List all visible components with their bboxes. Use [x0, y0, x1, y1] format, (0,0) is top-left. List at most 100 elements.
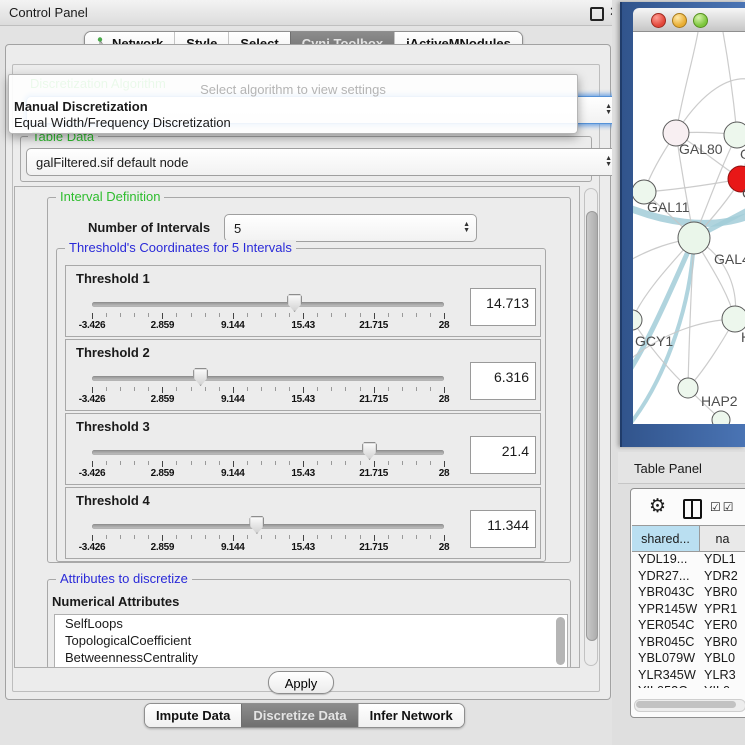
slider-tick	[303, 313, 304, 319]
table-horizontal-scrollbar[interactable]	[634, 699, 745, 712]
network-node-label: GAL80	[679, 141, 723, 157]
table-row[interactable]: YPR145WYPR1	[632, 602, 745, 619]
table-row[interactable]: YBL079WYBL0	[632, 651, 745, 668]
table-row[interactable]: YBR043CYBR0	[632, 585, 745, 602]
slider-tick	[92, 387, 93, 393]
network-node[interactable]	[712, 411, 730, 424]
table-data-combo[interactable]: galFiltered.sif default node ▲▼	[26, 148, 619, 176]
slider-track[interactable]	[92, 376, 444, 381]
slider-tick	[134, 461, 135, 465]
slider-tick	[374, 387, 375, 393]
threshold-row: Threshold 4 -3.4262.8599.14415.4321.7152…	[65, 487, 541, 559]
table-column-header[interactable]: shared...	[632, 525, 700, 552]
threshold-slider[interactable]: -3.4262.8599.14415.4321.71528	[92, 364, 444, 406]
slider-tick	[317, 461, 318, 465]
slider-thumb[interactable]	[193, 368, 208, 386]
threshold-value-field[interactable]: 14.713	[470, 288, 536, 326]
algorithm-option[interactable]: Equal Width/Frequency Discretization	[14, 115, 231, 130]
slider-tick	[134, 387, 135, 391]
attribute-list-item[interactable]: SelfLoops	[55, 615, 567, 632]
close-window-button[interactable]	[651, 13, 666, 28]
network-node[interactable]	[678, 222, 710, 254]
slider-tick	[430, 461, 431, 465]
interval-definition-label: Interval Definition	[56, 189, 164, 204]
table-column-header[interactable]: na	[700, 525, 745, 552]
scrollbar-thumb[interactable]	[636, 701, 736, 708]
threshold-slider[interactable]: -3.4262.8599.14415.4321.71528	[92, 438, 444, 480]
float-window-icon[interactable]	[590, 7, 604, 21]
select-checkboxes-icon[interactable]: ☑☑	[710, 500, 736, 514]
table-row[interactable]: YDL19...YDL1	[632, 552, 745, 569]
slider-tick	[233, 313, 234, 319]
slider-tick-label: 15.43	[291, 394, 315, 405]
slider-tick	[247, 535, 248, 539]
threshold-value-field[interactable]: 6.316	[470, 362, 536, 400]
threshold-label: Threshold 1	[76, 271, 150, 286]
slider-thumb[interactable]	[362, 442, 377, 460]
slider-tick-label: 2.859	[151, 468, 175, 479]
tab-impute-data[interactable]: Impute Data	[145, 704, 241, 727]
slider-thumb[interactable]	[287, 294, 302, 312]
slider-tick	[275, 461, 276, 465]
table-panel-title: Table Panel	[634, 461, 702, 476]
slider-thumb[interactable]	[249, 516, 264, 534]
gear-icon[interactable]: ⚙	[649, 495, 666, 518]
table-cell: YLR3	[700, 668, 745, 685]
slider-tick	[134, 313, 135, 317]
network-view-frame[interactable]: GAL80GCGAL11GAL4GCY1HHAP2	[620, 2, 745, 447]
tab-infer-network[interactable]: Infer Network	[358, 704, 464, 727]
attribute-list-item[interactable]: TopologicalCoefficient	[55, 632, 567, 649]
slider-tick	[92, 313, 93, 319]
table-cell: YBR0	[700, 585, 745, 602]
table-row[interactable]: YER054CYER0	[632, 618, 745, 635]
slider-tick-label: -3.426	[79, 468, 106, 479]
number-of-intervals-combo[interactable]: 5 ▲▼	[224, 214, 477, 242]
attribute-list-item[interactable]: BetweennessCentrality	[55, 649, 567, 666]
table-row[interactable]: YDR27...YDR2	[632, 569, 745, 586]
threshold-slider[interactable]: -3.4262.8599.14415.4321.71528	[92, 512, 444, 554]
slider-tick	[331, 387, 332, 391]
table-cell: YPR145W	[632, 602, 700, 619]
slider-track[interactable]	[92, 450, 444, 455]
table-cell: YBL079W	[632, 651, 700, 668]
slider-track[interactable]	[92, 302, 444, 307]
slider-tick	[120, 535, 121, 539]
settings-vertical-scrollbar[interactable]	[584, 188, 598, 666]
slider-tick	[148, 313, 149, 317]
table-panel-header: Table Panel	[618, 452, 745, 484]
threshold-value-field[interactable]: 11.344	[470, 510, 536, 548]
network-canvas[interactable]: GAL80GCGAL11GAL4GCY1HHAP2	[633, 32, 745, 424]
network-node[interactable]	[633, 310, 642, 330]
scrollbar-thumb[interactable]	[586, 211, 598, 641]
slider-tick-label: 15.43	[291, 542, 315, 553]
table-row[interactable]: YBR045CYBR0	[632, 635, 745, 652]
network-edge[interactable]	[644, 179, 741, 192]
minimize-window-button[interactable]	[672, 13, 687, 28]
slider-tick-label: 21.715	[359, 320, 388, 331]
slider-tick	[345, 535, 346, 539]
slider-tick	[148, 387, 149, 391]
attributes-group: Attributes to discretize Numerical Attri…	[47, 579, 571, 668]
threshold-slider[interactable]: -3.4262.8599.14415.4321.71528	[92, 290, 444, 332]
columns-icon[interactable]	[683, 499, 702, 519]
slider-tick	[416, 535, 417, 539]
numerical-attributes-list[interactable]: SelfLoopsTopologicalCoefficientBetweenne…	[54, 614, 568, 668]
network-node[interactable]	[678, 378, 698, 398]
table-row[interactable]: YLR345WYLR3	[632, 668, 745, 685]
zoom-window-button[interactable]	[693, 13, 708, 28]
algorithm-option[interactable]: Manual Discretization	[14, 99, 148, 114]
list-scrollbar-thumb[interactable]	[556, 617, 565, 665]
table-row[interactable]: YIL052CYIL0	[632, 684, 745, 688]
apply-button[interactable]: Apply	[268, 671, 334, 694]
slider-tick	[106, 313, 107, 317]
network-window-titlebar[interactable]	[633, 8, 745, 32]
slider-track[interactable]	[92, 524, 444, 529]
table-cell: YLR345W	[632, 668, 700, 685]
numerical-attributes-header: Numerical Attributes	[52, 594, 179, 609]
tab-discretize-data[interactable]: Discretize Data	[241, 704, 357, 727]
slider-tick	[289, 387, 290, 391]
network-node[interactable]	[724, 122, 745, 148]
slider-tick	[402, 387, 403, 391]
threshold-value-field[interactable]: 21.4	[470, 436, 536, 474]
table-panel-window: ⚙ ☑☑ shared...na YDL19...YDL1YDR27...YDR…	[630, 488, 745, 718]
